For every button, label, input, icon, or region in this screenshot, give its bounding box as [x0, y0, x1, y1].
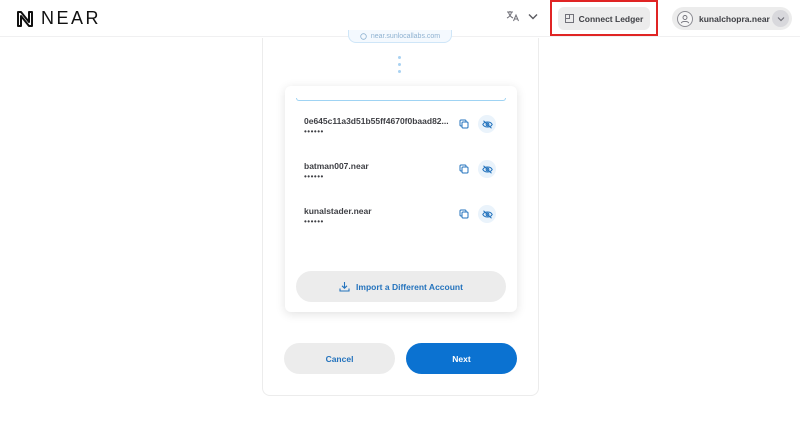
link-icon	[360, 32, 367, 40]
account-row: 0e645c11a3d51b55ff4670f0baad82... ••••••	[304, 115, 504, 142]
masked-key: ••••••	[304, 172, 324, 181]
account-dropdown-chevron[interactable]	[772, 10, 789, 27]
copy-icon	[459, 164, 469, 174]
accounts-card: 0e645c11a3d51b55ff4670f0baad82... ••••••…	[285, 86, 517, 312]
card-top-border	[296, 98, 506, 101]
connector-dots	[398, 56, 401, 73]
account-row: batman007.near ••••••	[304, 160, 504, 187]
near-logo[interactable]: NEAR	[16, 8, 101, 29]
account-name: kunalchopra.near	[699, 13, 770, 24]
toggle-visibility-button[interactable]	[478, 205, 496, 223]
download-icon	[339, 282, 350, 292]
chevron-down-icon	[528, 13, 538, 19]
account-id: batman007.near	[304, 161, 369, 171]
translate-icon	[506, 11, 519, 22]
toggle-visibility-button[interactable]	[478, 160, 496, 178]
ledger-icon	[564, 14, 574, 23]
account-id: 0e645c11a3d51b55ff4670f0baad82...	[304, 116, 449, 126]
eye-off-icon	[481, 164, 493, 174]
connect-ledger-button[interactable]: Connect Ledger	[558, 7, 650, 30]
eye-off-icon	[481, 119, 493, 129]
import-account-button[interactable]: Import a Different Account	[296, 271, 506, 302]
account-id: kunalstader.near	[304, 206, 372, 216]
user-avatar-icon	[677, 10, 693, 27]
copy-icon	[459, 209, 469, 219]
logo-text: NEAR	[41, 8, 102, 28]
next-button[interactable]: Next	[406, 343, 517, 374]
copy-button[interactable]	[456, 206, 472, 222]
account-menu-button[interactable]: kunalchopra.near	[672, 7, 792, 30]
copy-button[interactable]	[456, 161, 472, 177]
chevron-down-icon	[777, 16, 784, 21]
language-selector[interactable]	[506, 10, 538, 22]
near-logo-icon	[17, 10, 33, 27]
toggle-visibility-button[interactable]	[478, 115, 496, 133]
eye-off-icon	[481, 209, 493, 219]
copy-icon	[459, 119, 469, 129]
connect-ledger-label: Connect Ledger	[578, 13, 644, 24]
masked-key: ••••••	[304, 127, 324, 136]
account-row: kunalstader.near ••••••	[304, 205, 504, 232]
copy-button[interactable]	[456, 116, 472, 132]
cancel-button[interactable]: Cancel	[284, 343, 395, 374]
import-account-label: Import a Different Account	[356, 281, 463, 292]
masked-key: ••••••	[304, 217, 324, 226]
recovery-source-text: near.sunlocallabs.com	[370, 32, 441, 40]
recovery-source-pill: near.sunlocallabs.com	[348, 30, 452, 43]
